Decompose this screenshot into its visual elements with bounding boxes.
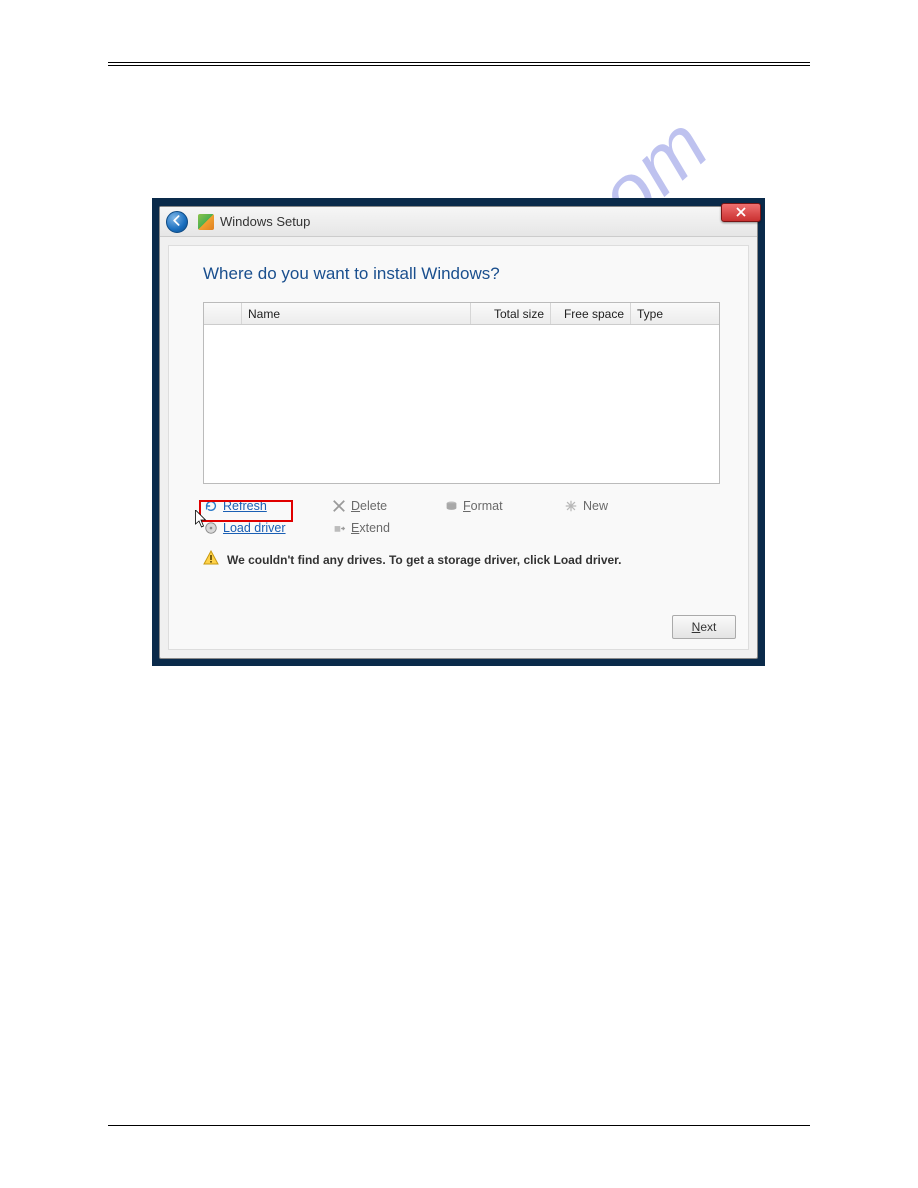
extend-icon <box>331 520 347 536</box>
page-rule-top <box>108 62 810 66</box>
format-icon <box>443 498 459 514</box>
load-driver-label: Load driver <box>223 521 286 535</box>
column-icon <box>204 303 242 324</box>
warning-row: We couldn't find any drives. To get a st… <box>203 550 720 569</box>
column-name[interactable]: Name <box>242 303 471 324</box>
windows-setup-icon <box>198 214 214 230</box>
next-label: Next <box>692 620 717 634</box>
extend-link[interactable]: Extend <box>331 520 443 536</box>
page-rule-bottom <box>108 1125 810 1126</box>
new-link[interactable]: New <box>563 498 663 514</box>
windows-setup-window: Windows Setup Where do you want to insta… <box>159 206 758 659</box>
delete-icon <box>331 498 347 514</box>
close-button[interactable] <box>721 203 761 222</box>
refresh-icon <box>203 498 219 514</box>
drive-list[interactable]: Name Total size Free space Type <box>203 302 720 484</box>
column-free-space[interactable]: Free space <box>551 303 631 324</box>
extend-label: Extend <box>351 521 390 535</box>
delete-link[interactable]: Delete <box>331 498 443 514</box>
titlebar: Windows Setup <box>160 207 757 237</box>
format-label: Format <box>463 499 503 513</box>
drive-list-header: Name Total size Free space Type <box>204 303 719 325</box>
column-total-size[interactable]: Total size <box>471 303 551 324</box>
refresh-label: Refresh <box>223 499 267 513</box>
new-label: New <box>583 499 608 513</box>
close-icon <box>736 206 746 220</box>
page-heading: Where do you want to install Windows? <box>203 264 720 284</box>
column-type[interactable]: Type <box>631 303 719 324</box>
window-title: Windows Setup <box>220 214 310 229</box>
load-driver-link[interactable]: Load driver <box>203 520 331 536</box>
refresh-link[interactable]: Refresh <box>203 498 331 514</box>
load-driver-icon <box>203 520 219 536</box>
delete-label: Delete <box>351 499 387 513</box>
arrow-left-icon <box>172 214 183 229</box>
screenshot-container: Windows Setup Where do you want to insta… <box>152 198 765 666</box>
next-button[interactable]: Next <box>672 615 736 639</box>
format-link[interactable]: Format <box>443 498 563 514</box>
action-row: Refresh Delete Format <box>203 498 720 536</box>
back-button[interactable] <box>166 211 188 233</box>
new-icon <box>563 498 579 514</box>
warning-text: We couldn't find any drives. To get a st… <box>227 553 622 567</box>
main-panel: Where do you want to install Windows? Na… <box>168 245 749 650</box>
warning-icon <box>203 550 219 569</box>
